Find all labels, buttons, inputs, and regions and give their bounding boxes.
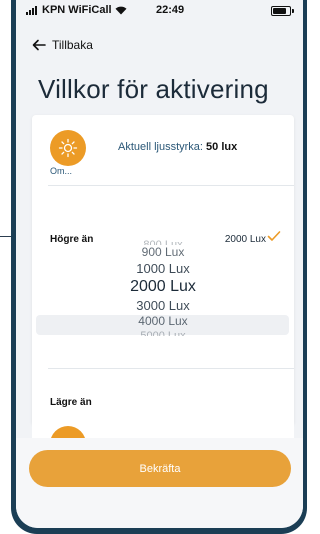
sun-badge xyxy=(50,130,86,166)
current-brightness: Aktuell ljusstyrka: 50 lux xyxy=(118,141,237,153)
current-brightness-label: Aktuell ljusstyrka: xyxy=(118,141,203,153)
divider xyxy=(48,185,294,186)
back-label: Tillbaka xyxy=(52,38,93,52)
about-link[interactable]: Om... xyxy=(50,166,72,176)
picker-option-selected[interactable]: 2000 Lux xyxy=(32,278,294,296)
lower-than-label[interactable]: Lägre än xyxy=(50,397,92,408)
page-title: Villkor för aktivering xyxy=(38,74,269,104)
sun-icon xyxy=(58,138,78,158)
picker-option[interactable]: 5000 Lux xyxy=(32,330,294,336)
lux-picker[interactable]: 800 Lux 900 Lux 1000 Lux 2000 Lux 3000 L… xyxy=(32,237,294,365)
wifi-icon xyxy=(115,6,127,14)
back-button[interactable]: Tillbaka xyxy=(32,38,93,52)
picker-option[interactable]: 1000 Lux xyxy=(32,261,294,276)
picker-option[interactable]: 3000 Lux xyxy=(32,298,294,313)
confirm-button[interactable]: Bekräfta xyxy=(29,450,291,487)
picker-option[interactable]: 4000 Lux xyxy=(32,314,294,328)
status-bar: KPN WiFiCall 22:49 xyxy=(16,0,303,26)
carrier-name: KPN WiFiCall xyxy=(42,4,112,16)
battery-icon xyxy=(271,6,294,16)
app-screen: KPN WiFiCall 22:49 Tillbaka Villkor för … xyxy=(16,0,303,528)
divider xyxy=(48,368,294,369)
signal-icon xyxy=(26,5,37,15)
picker-option[interactable]: 900 Lux xyxy=(32,245,294,259)
brightness-condition-card: Aktuell ljusstyrka: 50 lux Om... Högre ä… xyxy=(32,115,294,425)
status-time: 22:49 xyxy=(156,4,185,16)
arrow-left-icon xyxy=(32,39,46,51)
current-brightness-value: 50 lux xyxy=(206,141,238,153)
